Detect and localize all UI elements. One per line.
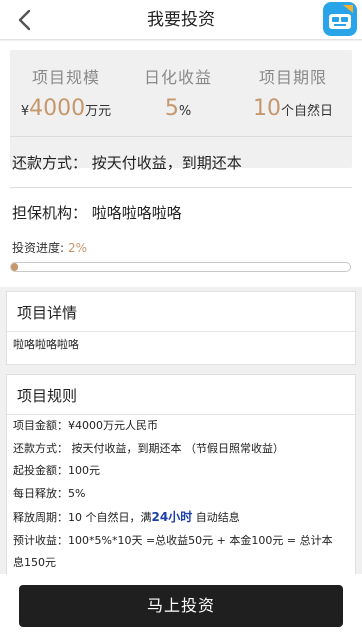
section-title: 项目规则 (17, 387, 78, 405)
rule-line-period: 释放周期：10 个自然日，满24小时 自动结息 (13, 506, 349, 530)
page: 我要投资 项目规模 ¥4000万元 日化收益 5% 项目期限 10个自然日 还款… (0, 0, 362, 639)
rules-list: 项目金额：¥4000万元人民币 还款方式： 按天付收益，到期还本 （节假日照常收… (13, 415, 349, 575)
period-highlight: 24小时 (151, 509, 193, 524)
stat-unit: 万元 (85, 104, 112, 119)
stat-daily-yield: 日化收益 5% (122, 50, 234, 168)
stat-label: 项目规模 (31, 68, 100, 87)
top-nav-bar: 我要投资 (0, 0, 362, 40)
stat-number: 5 (164, 96, 179, 121)
detail-text: 啦咯啦咯啦咯 (13, 338, 79, 351)
stat-label: 日化收益 (143, 68, 212, 87)
period-suffix: 自动结息 (192, 510, 240, 524)
stat-term: 项目期限 10个自然日 (234, 50, 352, 168)
rule-line: 还款方式： 按天付收益，到期还本 （节假日照常收益） (13, 441, 284, 455)
project-summary-card: 项目规模 ¥4000万元 日化收益 5% 项目期限 10个自然日 还款方式： 按… (0, 41, 362, 287)
rule-line: 每日释放：5% (13, 487, 86, 501)
progress-fill (11, 263, 18, 271)
stat-value: ¥4000万元 (10, 96, 122, 121)
period-text: 释放周期：10 个自然日，满 (13, 510, 152, 524)
investment-progress-bar (10, 262, 351, 272)
progress-title: 投资进度: (12, 241, 65, 255)
stat-value: 5% (122, 96, 234, 121)
rule-line: 起投金额：100元 (13, 464, 100, 478)
project-detail-card: 项目详情 啦咯啦咯啦咯 (6, 291, 356, 365)
rule-line: 预计收益：100*5%*10天 =总收益50元 + 本金100元 = 总计本 (13, 533, 333, 547)
stat-scale: 项目规模 ¥4000万元 (10, 50, 122, 168)
section-title: 项目详情 (17, 304, 78, 322)
page-title: 我要投资 (147, 10, 215, 30)
guarantee-institution: 担保机构： 啦咯啦咯啦咯 (12, 204, 182, 222)
repayment-method: 还款方式： 按天付收益，到期还本 (12, 154, 242, 172)
divider (10, 187, 352, 188)
rule-line: 项目金额：¥4000万元人民币 (13, 419, 158, 432)
divider (10, 136, 352, 137)
stats-panel: 项目规模 ¥4000万元 日化收益 5% 项目期限 10个自然日 (10, 50, 352, 168)
stat-label: 项目期限 (258, 68, 327, 87)
stat-number: 4000 (29, 96, 86, 121)
stat-number: 10 (252, 96, 281, 121)
progress-percent: 2% (68, 241, 88, 255)
stat-unit: 个自然日 (280, 104, 333, 119)
currency-symbol: ¥ (20, 104, 30, 119)
stat-value: 10个自然日 (234, 96, 352, 121)
rule-line: 息150元 (13, 556, 56, 570)
invest-now-button[interactable]: 马上投资 (19, 585, 343, 627)
stat-unit: % (178, 104, 192, 119)
divider (7, 331, 355, 332)
app-shortcut-icon[interactable] (322, 1, 358, 37)
progress-label: 投资进度: 2% (12, 239, 87, 256)
